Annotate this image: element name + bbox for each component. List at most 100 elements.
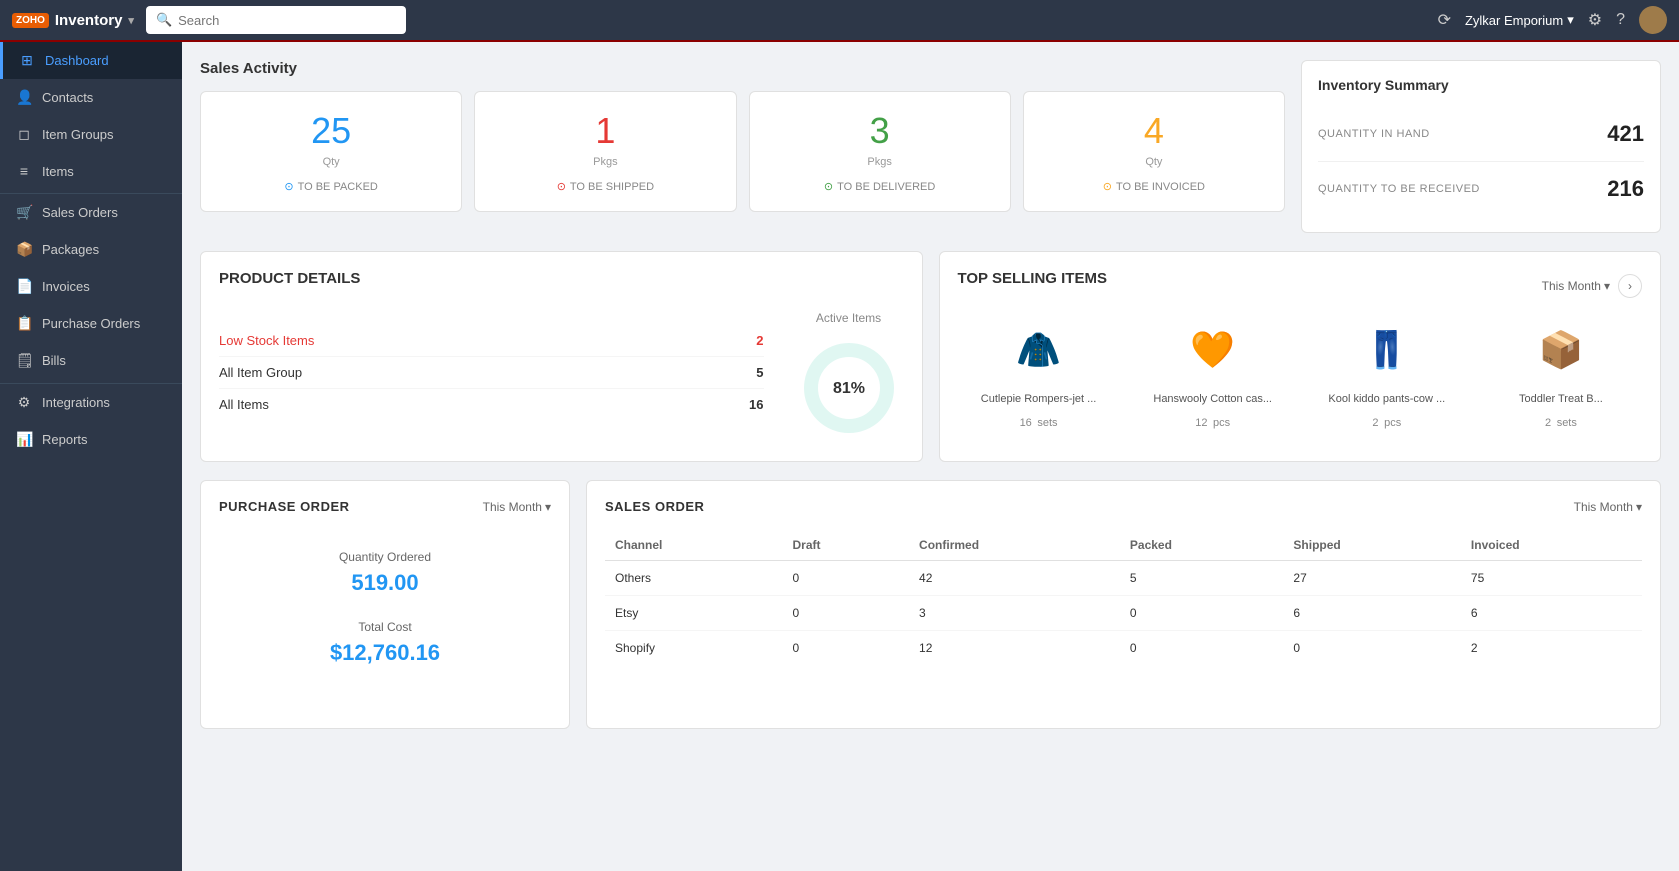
ts-next-btn[interactable]: › <box>1618 274 1642 298</box>
ts-item-1-name: Cutlepie Rompers-jet ... <box>958 393 1120 405</box>
so-filter[interactable]: This Month ▾ <box>1574 500 1642 514</box>
avatar[interactable] <box>1639 6 1667 34</box>
ts-item-3-image: 👖 <box>1352 315 1422 385</box>
org-dropdown-icon: ▾ <box>1567 12 1574 28</box>
help-icon[interactable]: ? <box>1616 11 1625 29</box>
topbar: ZOHO Inventory ▾ 🔍 ⟳ Zylkar Emporium ▾ ⚙… <box>0 0 1679 42</box>
sidebar-item-label: Items <box>42 164 74 179</box>
sales-orders-icon: 🛒 <box>16 204 32 221</box>
ts-nav: › <box>1618 274 1642 298</box>
app-dropdown-icon[interactable]: ▾ <box>128 14 134 27</box>
to-be-packed-card[interactable]: 25 Qty ⊙ TO BE PACKED <box>200 91 462 212</box>
dashboard-icon: ⊞ <box>19 52 35 69</box>
qty-in-hand-row: QUANTITY IN HAND 421 <box>1318 107 1644 162</box>
sidebar-item-sales-orders[interactable]: 🛒 Sales Orders <box>0 194 182 231</box>
so-col-shipped: Shipped <box>1283 530 1461 561</box>
donut-chart-wrap: Active Items 81% <box>794 311 904 443</box>
sidebar-item-integrations[interactable]: ⚙ Integrations <box>0 384 182 421</box>
sidebar-item-contacts[interactable]: 👤 Contacts <box>0 79 182 116</box>
top-selling-title: TOP SELLING ITEMS <box>958 270 1107 287</box>
product-details-title: PRODUCT DETAILS <box>219 270 904 287</box>
ts-item-4-name: Toddler Treat B... <box>1480 393 1642 405</box>
all-items-label: All Items <box>219 397 269 412</box>
qty-to-receive-value: 216 <box>1607 176 1644 202</box>
search-input[interactable] <box>178 13 378 28</box>
sidebar-item-label: Contacts <box>42 90 93 105</box>
sidebar-item-label: Packages <box>42 242 99 257</box>
sales-order-table: Channel Draft Confirmed Packed Shipped I… <box>605 530 1642 665</box>
po-cost-section: Total Cost $12,760.16 <box>219 620 551 666</box>
so-draft: 0 <box>783 596 910 631</box>
packages-icon: 📦 <box>16 241 32 258</box>
item-group-row: All Item Group 5 <box>219 357 764 389</box>
activity-cards: 25 Qty ⊙ TO BE PACKED 1 Pkgs ⊙ TO BE SHI… <box>200 91 1285 212</box>
qty-in-hand-value: 421 <box>1607 121 1644 147</box>
items-icon: ≡ <box>16 163 32 179</box>
sidebar: ⊞ Dashboard 👤 Contacts ◻ Item Groups ≡ I… <box>0 42 182 871</box>
search-bar[interactable]: 🔍 <box>146 6 406 34</box>
org-name[interactable]: Zylkar Emporium ▾ <box>1465 12 1574 28</box>
ts-items-list: 🧥 Cutlepie Rompers-jet ... 16 sets 🧡 Han… <box>958 315 1643 432</box>
top-selling-filter[interactable]: This Month ▾ <box>1542 279 1610 293</box>
sidebar-item-dashboard[interactable]: ⊞ Dashboard <box>0 42 182 79</box>
ts-item-2-name: Hanswooly Cotton cas... <box>1132 393 1294 405</box>
sidebar-item-invoices[interactable]: 📄 Invoices <box>0 268 182 305</box>
invoiced-number: 4 <box>1144 110 1164 152</box>
po-title: PURCHASE ORDER <box>219 499 350 514</box>
delivered-status: ⊙ TO BE DELIVERED <box>824 180 935 193</box>
to-be-shipped-card[interactable]: 1 Pkgs ⊙ TO BE SHIPPED <box>474 91 736 212</box>
ts-item-1[interactable]: 🧥 Cutlepie Rompers-jet ... 16 sets <box>958 315 1120 432</box>
sidebar-item-packages[interactable]: 📦 Packages <box>0 231 182 268</box>
pd-stats: Low Stock Items 2 All Item Group 5 All I… <box>219 325 764 420</box>
ts-header: TOP SELLING ITEMS This Month ▾ › <box>958 270 1643 301</box>
ts-item-2-image: 🧡 <box>1178 315 1248 385</box>
shipped-number: 1 <box>595 110 615 152</box>
table-row: Shopify 0 12 0 0 2 <box>605 631 1642 666</box>
sidebar-item-item-groups[interactable]: ◻ Item Groups <box>0 116 182 153</box>
ts-item-3-count: 2 pcs <box>1306 409 1468 432</box>
inventory-summary-panel: Inventory Summary QUANTITY IN HAND 421 Q… <box>1301 60 1661 233</box>
sidebar-item-bills[interactable]: 🗒 Bills <box>0 342 182 379</box>
sidebar-item-label: Item Groups <box>42 127 114 142</box>
sidebar-item-label: Invoices <box>42 279 90 294</box>
shipped-status: ⊙ TO BE SHIPPED <box>557 180 654 193</box>
all-items-value: 16 <box>749 397 763 412</box>
ts-item-1-image: 🧥 <box>1004 315 1074 385</box>
sidebar-item-items[interactable]: ≡ Items <box>0 153 182 189</box>
invoiced-status: ⊙ TO BE INVOICED <box>1103 180 1205 193</box>
app-logo[interactable]: ZOHO Inventory ▾ <box>12 12 134 29</box>
po-filter[interactable]: This Month ▾ <box>483 500 551 514</box>
ts-item-2[interactable]: 🧡 Hanswooly Cotton cas... 12 pcs <box>1132 315 1294 432</box>
pd-content: Low Stock Items 2 All Item Group 5 All I… <box>219 301 904 443</box>
so-shipped: 6 <box>1283 596 1461 631</box>
po-qty-label: Quantity Ordered <box>219 550 551 564</box>
sidebar-item-label: Purchase Orders <box>42 316 140 331</box>
donut-label: Active Items <box>816 311 881 325</box>
delivered-number: 3 <box>870 110 890 152</box>
top-selling-panel: TOP SELLING ITEMS This Month ▾ › 🧥 <box>939 251 1662 462</box>
po-cost-value: $12,760.16 <box>219 640 551 666</box>
so-confirmed: 12 <box>909 631 1120 666</box>
to-be-invoiced-card[interactable]: 4 Qty ⊙ TO BE INVOICED <box>1023 91 1285 212</box>
so-invoiced: 75 <box>1461 561 1642 596</box>
sidebar-item-label: Bills <box>42 353 66 368</box>
to-be-delivered-card[interactable]: 3 Pkgs ⊙ TO BE DELIVERED <box>749 91 1011 212</box>
so-shipped: 0 <box>1283 631 1461 666</box>
invoiced-status-icon: ⊙ <box>1103 180 1112 193</box>
qty-to-receive-label: QUANTITY TO BE RECEIVED <box>1318 183 1480 195</box>
delivered-unit: Pkgs <box>867 156 891 168</box>
settings-icon[interactable]: ⚙ <box>1588 10 1602 30</box>
svg-text:81%: 81% <box>832 380 864 397</box>
contacts-icon: 👤 <box>16 89 32 106</box>
zoho-logo: ZOHO <box>12 13 49 28</box>
ts-item-4[interactable]: 📦 Toddler Treat B... 2 sets <box>1480 315 1642 432</box>
bills-icon: 🗒 <box>16 352 32 369</box>
sidebar-item-reports[interactable]: 📊 Reports <box>0 421 182 458</box>
low-stock-label[interactable]: Low Stock Items <box>219 333 314 348</box>
ts-item-3[interactable]: 👖 Kool kiddo pants-cow ... 2 pcs <box>1306 315 1468 432</box>
item-group-value: 5 <box>756 365 763 380</box>
so-invoiced: 2 <box>1461 631 1642 666</box>
table-row: Etsy 0 3 0 6 6 <box>605 596 1642 631</box>
history-icon[interactable]: ⟳ <box>1438 10 1451 30</box>
sidebar-item-purchase-orders[interactable]: 📋 Purchase Orders <box>0 305 182 342</box>
